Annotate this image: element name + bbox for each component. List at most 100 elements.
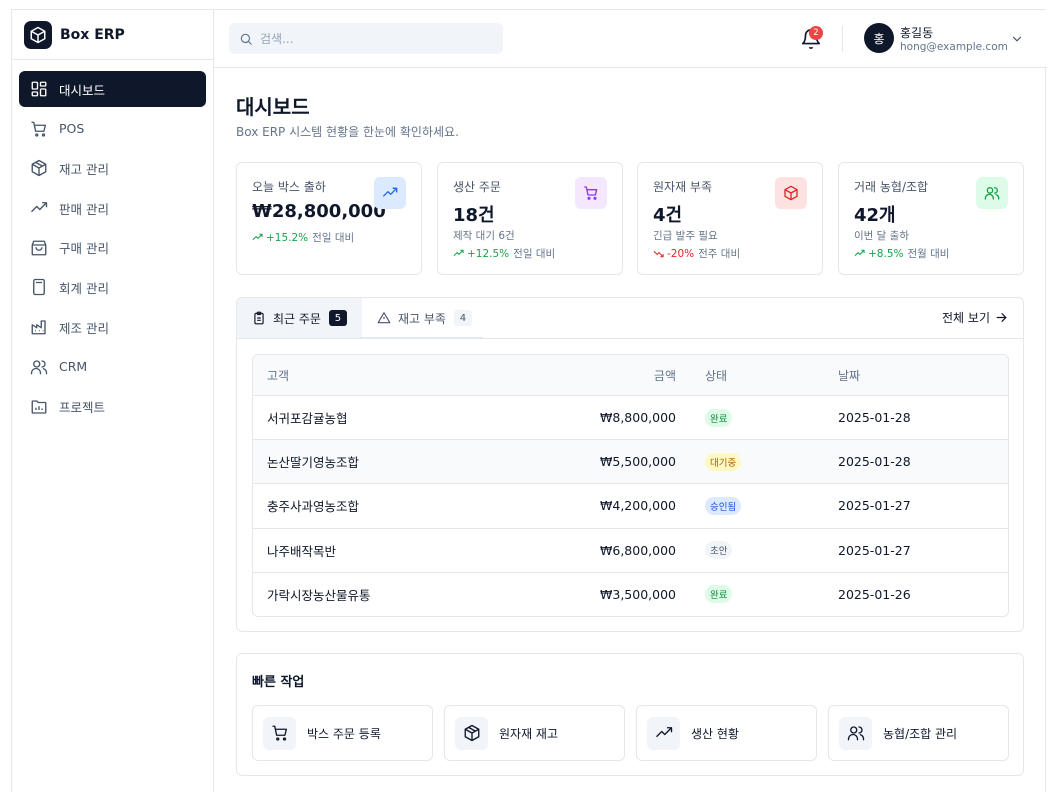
search-icon bbox=[240, 33, 252, 45]
sidebar-item-label: CRM bbox=[59, 359, 88, 375]
cell-amount: ₩3,500,000 bbox=[600, 586, 676, 602]
quick-action-box-order-button[interactable]: 박스 주문 등록 bbox=[252, 705, 433, 761]
stat-change: -20% bbox=[667, 247, 695, 260]
users-icon bbox=[30, 360, 48, 375]
page-title: 대시보드 bbox=[236, 95, 310, 119]
dashboard-icon bbox=[31, 81, 47, 97]
tab-low-stock[interactable]: 재고 부족 4 bbox=[362, 298, 487, 338]
orders-tabs: 최근 주문 5 재고 부족 4 전체 보기 bbox=[237, 298, 1023, 339]
sidebar-item-label: 회계 관리 bbox=[59, 280, 109, 296]
quick-action-label: 박스 주문 등록 bbox=[307, 726, 381, 741]
cell-date: 2025-01-27 bbox=[838, 542, 911, 558]
stat-label: 생산 주문 bbox=[453, 180, 501, 194]
sidebar-item-pos[interactable]: POS bbox=[19, 111, 206, 147]
stat-value: 18건 bbox=[453, 205, 495, 226]
sidebar-item-inventory[interactable]: 재고 관리 bbox=[19, 150, 206, 186]
trend-up-icon bbox=[252, 233, 263, 241]
table-row[interactable]: 나주배작목반 ₩6,800,000 초안 2025-01-27 bbox=[253, 527, 1008, 572]
table-row[interactable]: 가락시장농산물유통 ₩3,500,000 완료 2025-01-26 bbox=[253, 571, 1008, 616]
tab-label: 최근 주문 bbox=[273, 311, 321, 326]
stat-compare: 전일 대비 bbox=[312, 232, 355, 244]
cell-date: 2025-01-28 bbox=[838, 410, 911, 426]
cell-amount: ₩6,800,000 bbox=[600, 542, 676, 558]
header-divider bbox=[842, 26, 843, 52]
cell-customer: 서귀포감귤농협 bbox=[267, 411, 348, 427]
search-input[interactable] bbox=[260, 31, 480, 46]
sidebar-item-dashboard[interactable]: 대시보드 bbox=[19, 71, 206, 107]
brand-name: Box ERP bbox=[60, 26, 125, 43]
view-all-label: 전체 보기 bbox=[942, 311, 990, 325]
sidebar-item-sales[interactable]: 판매 관리 bbox=[19, 190, 206, 226]
sidebar-item-label: 재고 관리 bbox=[59, 161, 109, 177]
orders-table: 고객 금액 상태 날짜 서귀포감귤농협 ₩8,800,000 완료 2025-0… bbox=[252, 354, 1009, 617]
clipboard-icon bbox=[254, 311, 264, 325]
cart-icon bbox=[575, 177, 607, 209]
cell-date: 2025-01-26 bbox=[838, 586, 911, 602]
column-header-amount[interactable]: 금액 bbox=[654, 367, 676, 384]
column-header-status[interactable]: 상태 bbox=[705, 367, 727, 384]
package-icon bbox=[455, 716, 488, 750]
stat-note: 제작 대기 6건 bbox=[453, 230, 515, 242]
tab-count-badge: 4 bbox=[453, 310, 472, 326]
view-all-link[interactable]: 전체 보기 bbox=[942, 309, 1008, 326]
quick-action-production-status-button[interactable]: 생산 현황 bbox=[636, 705, 817, 761]
sidebar-item-label: POS bbox=[59, 121, 85, 137]
quick-actions-title: 빠른 작업 bbox=[252, 675, 305, 690]
sidebar: Box ERP 대시보드 POS 재고 관리 판매 관리 구매 관리 회계 관리… bbox=[12, 10, 214, 792]
quick-action-partner-management-button[interactable]: 농협/조합 관리 bbox=[828, 705, 1009, 761]
trend-down-icon bbox=[653, 250, 664, 258]
factory-icon bbox=[31, 320, 46, 335]
quick-action-material-stock-button[interactable]: 원자재 재고 bbox=[444, 705, 625, 761]
quick-action-label: 생산 현황 bbox=[691, 726, 739, 741]
cell-amount: ₩4,200,000 bbox=[600, 498, 676, 514]
sidebar-item-label: 제조 관리 bbox=[59, 320, 109, 336]
tab-recent-orders[interactable]: 최근 주문 5 bbox=[237, 298, 362, 338]
folder-icon bbox=[31, 399, 47, 414]
column-header-customer[interactable]: 고객 bbox=[267, 367, 289, 384]
table-row[interactable]: 서귀포감귤농협 ₩8,800,000 완료 2025-01-28 bbox=[253, 395, 1008, 439]
avatar[interactable]: 홍 bbox=[864, 23, 894, 53]
sidebar-item-label: 구매 관리 bbox=[59, 241, 109, 257]
cart-icon bbox=[31, 121, 47, 137]
brand[interactable]: Box ERP bbox=[12, 10, 213, 60]
tab-label: 재고 부족 bbox=[397, 311, 446, 326]
sidebar-item-project[interactable]: 프로젝트 bbox=[19, 389, 206, 425]
box-logo-icon bbox=[24, 20, 52, 49]
table-row[interactable]: 논산딸기영농조합 ₩5,500,000 대기중 2025-01-28 bbox=[253, 439, 1008, 484]
users-icon bbox=[839, 716, 872, 750]
search-box[interactable] bbox=[229, 23, 503, 54]
notification-badge: 2 bbox=[809, 26, 823, 40]
sidebar-item-purchase[interactable]: 구매 관리 bbox=[19, 230, 206, 266]
stat-change: +8.5% bbox=[868, 247, 904, 260]
quick-action-label: 원자재 재고 bbox=[499, 726, 559, 741]
chevron-down-icon[interactable] bbox=[1010, 32, 1024, 46]
status-badge: 승인됨 bbox=[705, 496, 742, 515]
trending-up-icon bbox=[31, 202, 48, 213]
package-icon bbox=[775, 177, 807, 209]
quick-action-label: 농협/조합 관리 bbox=[883, 726, 958, 741]
sidebar-item-manufacturing[interactable]: 제조 관리 bbox=[19, 309, 206, 345]
cell-customer: 논산딸기영농조합 bbox=[267, 455, 360, 471]
stat-value: ₩28,800,000 bbox=[252, 201, 386, 222]
table-row[interactable]: 충주사과영농조합 ₩4,200,000 승인됨 2025-01-27 bbox=[253, 483, 1008, 527]
stat-trend: -20% 전주 대비 bbox=[653, 246, 740, 261]
status-badge: 대기중 bbox=[705, 452, 742, 471]
tab-underline bbox=[359, 337, 483, 339]
user-name[interactable]: 홍길동 bbox=[900, 24, 933, 41]
stat-label: 원자재 부족 bbox=[653, 180, 713, 194]
trend-up-icon bbox=[854, 249, 865, 257]
stat-card-partners: 거래 농협/조합 42개 이번 달 출하 +8.5% 전월 대비 bbox=[838, 162, 1024, 275]
table-header-row: 고객 금액 상태 날짜 bbox=[253, 355, 1008, 395]
users-icon bbox=[976, 177, 1008, 209]
shopping-bag-icon bbox=[31, 240, 47, 256]
stat-trend: +8.5% 전월 대비 bbox=[854, 246, 949, 261]
sidebar-item-crm[interactable]: CRM bbox=[19, 349, 206, 385]
cell-amount: ₩5,500,000 bbox=[600, 454, 676, 470]
sidebar-item-label: 판매 관리 bbox=[59, 201, 109, 217]
sidebar-item-accounting[interactable]: 회계 관리 bbox=[19, 269, 206, 305]
stat-card-production-orders: 생산 주문 18건 제작 대기 6건 +12.5% 전일 대비 bbox=[437, 162, 623, 275]
cart-icon bbox=[263, 716, 296, 750]
stat-note: 이번 달 출하 bbox=[854, 230, 909, 242]
status-badge: 완료 bbox=[705, 408, 733, 427]
column-header-date[interactable]: 날짜 bbox=[838, 367, 860, 384]
